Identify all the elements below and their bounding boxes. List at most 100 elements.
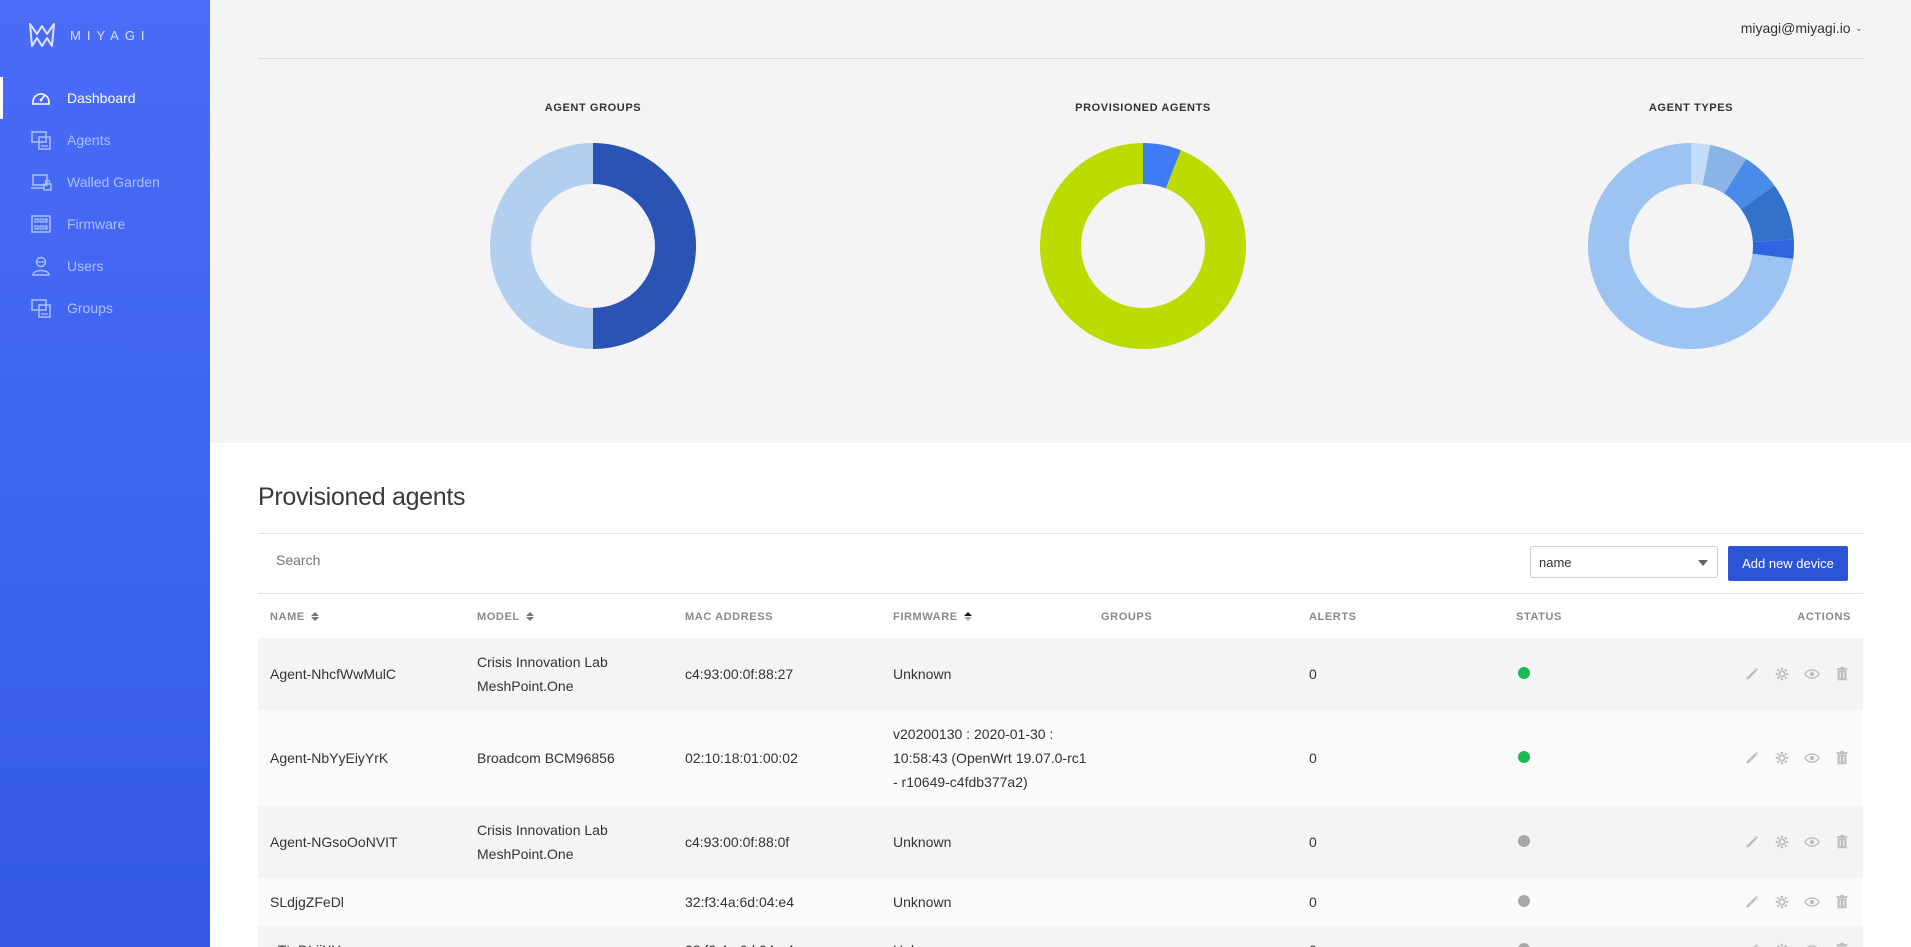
sidebar-item-label: Firmware <box>67 216 126 232</box>
user-menu[interactable]: miyagi@miyagi.io ⌄ <box>1741 20 1863 36</box>
settings-icon[interactable] <box>1773 665 1791 683</box>
donut-slice-1[interactable] <box>1040 143 1246 349</box>
column-header-groups: GROUPS <box>1089 605 1297 629</box>
donut-slice-0[interactable] <box>593 143 696 349</box>
column-label: MODEL <box>477 610 520 623</box>
firmware-icon <box>30 213 52 235</box>
groups-icon <box>30 297 52 319</box>
users-icon <box>30 255 52 277</box>
agent-alerts: 0 <box>1309 894 1317 910</box>
table-row[interactable]: Agent-NhcfWwMulC Crisis Innovation Lab M… <box>258 638 1863 710</box>
settings-icon[interactable] <box>1773 893 1791 911</box>
agent-mac: 32:f3:4a:6d:04:e4 <box>685 894 794 910</box>
edit-icon[interactable] <box>1743 749 1761 767</box>
sidebar-item-label: Walled Garden <box>67 174 160 190</box>
sidebar-item-firmware[interactable]: Firmware <box>0 203 210 245</box>
agent-alerts: 0 <box>1309 750 1317 766</box>
delete-icon[interactable] <box>1833 749 1851 767</box>
status-dot <box>1518 835 1530 847</box>
delete-icon[interactable] <box>1833 665 1851 683</box>
row-actions <box>1694 893 1863 911</box>
delete-icon[interactable] <box>1833 893 1851 911</box>
column-header-actions: ACTIONS <box>1694 611 1863 623</box>
sort-icon[interactable] <box>963 612 972 621</box>
table-row[interactable]: Agent-NGsoOoNVIT Crisis Innovation Lab M… <box>258 806 1863 878</box>
agent-alerts: 0 <box>1309 666 1317 682</box>
column-header-model[interactable]: MODEL <box>465 605 673 629</box>
chart-title: PROVISIONED AGENTS <box>1075 102 1211 114</box>
delete-icon[interactable] <box>1833 833 1851 851</box>
table-row[interactable]: aTtuDLjjXY 32:f3:4a:6d:04:e4 Unknown 0 <box>258 926 1863 947</box>
column-header-firmware[interactable]: FIRMWARE <box>881 605 1089 629</box>
miyagi-logo-icon <box>29 23 55 47</box>
agent-groups-chart: AGENT GROUPS <box>463 59 723 356</box>
search-input[interactable] <box>276 552 676 568</box>
sidebar-item-label: Groups <box>67 300 113 316</box>
provisioned-agents-chart: PROVISIONED AGENTS <box>1013 59 1273 356</box>
sort-select[interactable]: name <box>1530 546 1718 578</box>
column-label: STATUS <box>1516 610 1562 623</box>
section-title: Provisioned agents <box>258 483 466 511</box>
column-header-alerts: ALERTS <box>1297 605 1504 629</box>
sort-icon[interactable] <box>310 612 319 621</box>
caret-down-icon <box>1698 560 1708 566</box>
agent-mac: 02:10:18:01:00:02 <box>685 750 798 766</box>
agent-model: Crisis Innovation Lab MeshPoint.One <box>477 822 608 862</box>
delete-icon[interactable] <box>1833 941 1851 947</box>
walled-garden-icon <box>30 171 52 193</box>
settings-icon[interactable] <box>1773 941 1791 947</box>
view-icon[interactable] <box>1803 833 1821 851</box>
edit-icon[interactable] <box>1743 941 1761 947</box>
column-label: MAC ADDRESS <box>685 610 774 623</box>
agent-firmware: Unknown <box>881 938 1089 947</box>
user-email: miyagi@miyagi.io <box>1740 20 1851 36</box>
row-actions <box>1694 749 1863 767</box>
chart-title: AGENT TYPES <box>1648 102 1734 114</box>
view-icon[interactable] <box>1803 941 1821 947</box>
agent-firmware: v20200130 : 2020-01-30 : 10:58:43 (OpenW… <box>893 726 1087 790</box>
chevron-down-icon: ⌄ <box>1854 22 1863 34</box>
column-header-name[interactable]: NAME <box>258 605 465 629</box>
status-cell <box>1504 938 1694 947</box>
agent-alerts: 0 <box>1309 834 1317 850</box>
sort-icon[interactable] <box>525 612 534 621</box>
donut-slice-1[interactable] <box>490 143 593 349</box>
main-content: miyagi@miyagi.io ⌄ AGENT GROUPS PROVISIO… <box>210 0 1911 947</box>
status-dot <box>1518 895 1530 907</box>
agent-name: Agent-NbYyEiyYrK <box>270 750 389 766</box>
edit-icon[interactable] <box>1743 893 1761 911</box>
row-actions <box>1694 941 1863 947</box>
sidebar-item-groups[interactable]: Groups <box>0 287 210 329</box>
sidebar-item-users[interactable]: Users <box>0 245 210 287</box>
status-dot <box>1518 751 1530 763</box>
edit-icon[interactable] <box>1743 833 1761 851</box>
agent-mac: 32:f3:4a:6d:04:e4 <box>673 938 881 947</box>
status-cell <box>1504 830 1694 854</box>
column-label: ALERTS <box>1309 610 1357 623</box>
sidebar-item-walled-garden[interactable]: Walled Garden <box>0 161 210 203</box>
sidebar-item-label: Dashboard <box>67 90 136 106</box>
column-header-mac: MAC ADDRESS <box>673 605 881 629</box>
agents-icon <box>30 129 52 151</box>
sidebar-item-agents[interactable]: Agents <box>0 119 210 161</box>
view-icon[interactable] <box>1803 749 1821 767</box>
donut-svg <box>1588 143 1794 349</box>
agent-model: Broadcom BCM96856 <box>477 750 615 766</box>
agent-firmware: Unknown <box>893 666 952 682</box>
column-label: FIRMWARE <box>893 610 958 623</box>
top-bar: miyagi@miyagi.io ⌄ <box>258 0 1863 59</box>
view-icon[interactable] <box>1803 893 1821 911</box>
edit-icon[interactable] <box>1743 665 1761 683</box>
settings-icon[interactable] <box>1773 749 1791 767</box>
sidebar-item-dashboard[interactable]: Dashboard <box>0 77 210 119</box>
table-row[interactable]: Agent-NbYyEiyYrK Broadcom BCM96856 02:10… <box>258 710 1863 806</box>
settings-icon[interactable] <box>1773 833 1791 851</box>
logo-text: MIYAGI <box>70 27 151 43</box>
view-icon[interactable] <box>1803 665 1821 683</box>
agent-name: Agent-NhcfWwMulC <box>270 666 397 682</box>
add-new-device-button[interactable]: Add new device <box>1728 546 1848 581</box>
donut-svg <box>490 143 696 349</box>
table-row[interactable]: SLdjgZFeDl 32:f3:4a:6d:04:e4 Unknown 0 <box>258 878 1863 926</box>
logo[interactable]: MIYAGI <box>28 22 151 48</box>
status-cell <box>1504 746 1694 770</box>
